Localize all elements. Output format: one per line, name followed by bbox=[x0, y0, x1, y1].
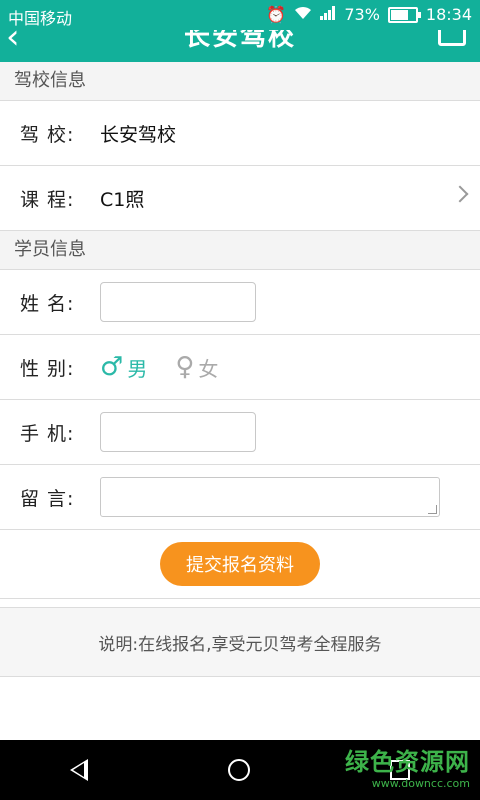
school-value: 长安驾校 bbox=[100, 123, 177, 146]
phone-label: 手 机: bbox=[20, 422, 75, 445]
form-content: 驾校信息 驾 校: 长安驾校 课 程: C1照 学员信息 姓 名: 性 别: ♂… bbox=[0, 62, 480, 677]
course-row[interactable]: 课 程: C1照 bbox=[0, 166, 480, 231]
nav-home-icon[interactable] bbox=[228, 759, 250, 781]
watermark-title: 绿色资源网 bbox=[345, 748, 470, 776]
section-header-school: 驾校信息 bbox=[0, 62, 480, 101]
name-input[interactable] bbox=[100, 282, 256, 322]
message-label: 留 言: bbox=[20, 487, 75, 510]
gender-row: 性 别: ♂ 男 ♀ 女 bbox=[0, 335, 480, 400]
clock: 18:34 bbox=[425, 5, 472, 24]
signal-icon bbox=[320, 5, 336, 24]
battery-level bbox=[390, 9, 409, 20]
phone-input[interactable] bbox=[100, 412, 256, 452]
gender-male-option[interactable]: ♂ 男 bbox=[100, 353, 147, 382]
male-icon: ♂ bbox=[100, 352, 124, 382]
school-row: 驾 校: 长安驾校 bbox=[0, 101, 480, 166]
watermark-logo: 绿色资源网 www.downcc.com bbox=[345, 742, 470, 790]
female-icon: ♀ bbox=[175, 352, 195, 382]
gender-label: 性 别: bbox=[20, 357, 75, 380]
phone-row: 手 机: bbox=[0, 400, 480, 465]
name-label: 姓 名: bbox=[20, 292, 75, 315]
status-icons: ⏰ 73% 18:34 bbox=[266, 5, 472, 24]
note-text: 说明:在线报名,享受元贝驾考全程服务 bbox=[0, 608, 480, 677]
battery-percent: 73% bbox=[344, 5, 380, 24]
name-row: 姓 名: bbox=[0, 270, 480, 335]
battery-icon bbox=[387, 6, 421, 23]
divider bbox=[0, 599, 480, 608]
share-icon[interactable] bbox=[438, 30, 466, 46]
chevron-right-icon bbox=[451, 185, 469, 203]
gender-female-option[interactable]: ♀ 女 bbox=[175, 353, 218, 382]
course-value: C1照 bbox=[100, 188, 145, 211]
carrier-name: 中国移动 bbox=[8, 9, 73, 28]
page-title: 长安驾校 bbox=[183, 30, 296, 52]
message-row: 留 言: bbox=[0, 465, 480, 530]
section-header-student: 学员信息 bbox=[0, 231, 480, 270]
alarm-icon: ⏰ bbox=[266, 5, 287, 24]
submit-button[interactable]: 提交报名资料 bbox=[160, 542, 320, 586]
gender-male-label: 男 bbox=[127, 356, 148, 381]
submit-row: 提交报名资料 bbox=[0, 530, 480, 599]
wifi-icon bbox=[294, 5, 312, 24]
nav-back-icon[interactable] bbox=[70, 759, 88, 781]
school-label: 驾 校: bbox=[20, 123, 75, 146]
status-bar: 中国移动 ⏰ 73% 18:34 bbox=[0, 0, 480, 30]
course-label: 课 程: bbox=[20, 188, 75, 211]
app-header: ‹ 长安驾校 bbox=[0, 30, 480, 62]
gender-female-label: 女 bbox=[198, 356, 219, 381]
message-textarea[interactable] bbox=[100, 477, 440, 517]
gender-options: ♂ 男 ♀ 女 bbox=[100, 353, 218, 382]
watermark-url: www.downcc.com bbox=[371, 777, 470, 790]
